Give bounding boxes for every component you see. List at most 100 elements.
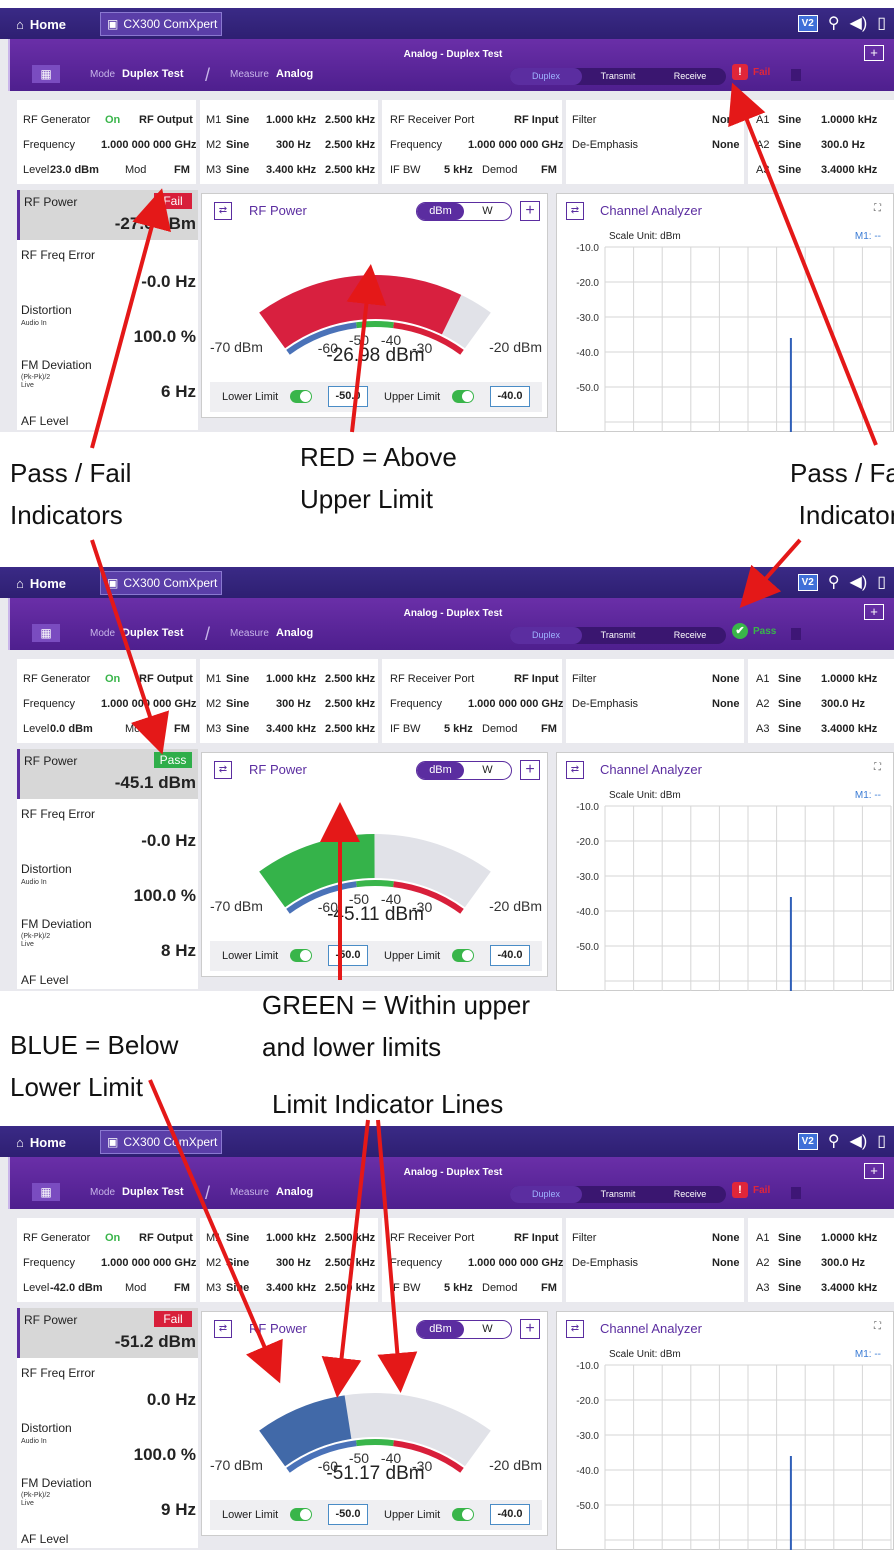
mode-value[interactable]: Duplex Test <box>122 1186 184 1198</box>
grid-menu-icon[interactable]: ▦ <box>32 624 60 642</box>
unit-w[interactable]: W <box>464 203 511 220</box>
receiver-block[interactable]: RF Receiver Port RF Input Frequency 1.00… <box>382 100 563 184</box>
af-level-label[interactable]: AF Level <box>21 973 68 987</box>
fm-deviation-label[interactable]: FM Deviation <box>21 358 92 372</box>
unit-switch[interactable]: dBm W <box>416 202 512 221</box>
tab-cx300[interactable]: ▣ CX300 ComXpert <box>100 1130 222 1154</box>
add-button[interactable]: + <box>864 45 884 61</box>
lower-limit-input[interactable]: -50.0 <box>328 1504 368 1525</box>
record-icon[interactable] <box>791 69 801 81</box>
modulation-block[interactable]: M1 Sine 1.000 kHz 2.500 kHz M2 Sine 300 Hz 2.5… <box>200 659 378 743</box>
speaker-icon[interactable]: ◀) <box>850 13 868 33</box>
location-icon[interactable]: ⚲ <box>828 1131 840 1151</box>
add-button[interactable]: + <box>864 1163 884 1179</box>
audio-block[interactable]: A1 Sine 1.0000 kHz A2 Sine 300.0 Hz A3 Sine 3.… <box>748 100 894 184</box>
add-icon[interactable]: + <box>520 1319 540 1339</box>
seg-duplex[interactable]: Duplex <box>510 68 582 85</box>
lower-limit-toggle[interactable] <box>290 390 312 403</box>
seg-receive[interactable]: Receive <box>654 68 726 85</box>
distortion-label[interactable]: Distortion <box>21 862 72 876</box>
seg-transmit[interactable]: Transmit <box>582 68 654 85</box>
unit-w[interactable]: W <box>464 762 511 779</box>
mode-value[interactable]: Duplex Test <box>122 627 184 639</box>
unit-dbm[interactable]: dBm <box>417 1321 464 1338</box>
rf-freq-error-label[interactable]: RF Freq Error <box>21 248 95 262</box>
v2-badge[interactable]: V2 <box>797 1132 818 1150</box>
speaker-icon[interactable]: ◀) <box>850 572 868 592</box>
gauge-title: RF Power <box>249 1321 307 1336</box>
upper-limit-input[interactable]: -40.0 <box>490 945 530 966</box>
upper-limit-toggle[interactable] <box>452 949 474 962</box>
unit-switch[interactable]: dBm W <box>416 761 512 780</box>
rf-generator-block[interactable]: RF Generator On RF Output Frequency 1.00… <box>17 1218 196 1302</box>
seg-duplex[interactable]: Duplex <box>510 1186 582 1203</box>
seg-transmit[interactable]: Transmit <box>582 1186 654 1203</box>
lower-limit-toggle[interactable] <box>290 1508 312 1521</box>
record-icon[interactable] <box>791 1187 801 1199</box>
tab-cx300[interactable]: ▣ CX300 ComXpert <box>100 12 222 36</box>
speaker-icon[interactable]: ◀) <box>850 1131 868 1151</box>
rf-power-row[interactable]: RF Power Fail -27.0 dBm <box>17 190 198 240</box>
home-button[interactable]: ⌂ Home <box>8 1130 74 1154</box>
home-button[interactable]: ⌂ Home <box>8 12 74 36</box>
seg-transmit[interactable]: Transmit <box>582 627 654 644</box>
lower-limit-input[interactable]: -50.0 <box>328 386 368 407</box>
unit-w[interactable]: W <box>464 1321 511 1338</box>
fm-deviation-label[interactable]: FM Deviation <box>21 1476 92 1490</box>
receiver-block[interactable]: RF Receiver Port RF Input Frequency 1.00… <box>382 1218 563 1302</box>
swap-icon[interactable]: ⇄ <box>214 202 232 220</box>
rf-generator-block[interactable]: RF Generator On RF Output Frequency 1.00… <box>17 100 196 184</box>
measure-value[interactable]: Analog <box>276 627 313 639</box>
home-button[interactable]: ⌂ Home <box>8 571 74 595</box>
lower-limit-toggle[interactable] <box>290 949 312 962</box>
modulation-block[interactable]: M1 Sine 1.000 kHz 2.500 kHz M2 Sine 300 Hz 2.5… <box>200 1218 378 1302</box>
swap-icon[interactable]: ⇄ <box>214 761 232 779</box>
grid-menu-icon[interactable]: ▦ <box>32 65 60 83</box>
add-icon[interactable]: + <box>520 760 540 780</box>
filter-block[interactable]: Filter None De-Emphasis None <box>566 659 744 743</box>
seg-receive[interactable]: Receive <box>654 1186 726 1203</box>
modulation-block[interactable]: M1 Sine 1.000 kHz 2.500 kHz M2 Sine 300 Hz 2.5… <box>200 100 378 184</box>
upper-limit-input[interactable]: -40.0 <box>490 1504 530 1525</box>
audio-block[interactable]: A1 Sine 1.0000 kHz A2 Sine 300.0 Hz A3 Sine 3.… <box>748 1218 894 1302</box>
location-icon[interactable]: ⚲ <box>828 572 840 592</box>
mode-value[interactable]: Duplex Test <box>122 68 184 80</box>
grid-menu-icon[interactable]: ▦ <box>32 1183 60 1201</box>
rf-freq-error-label[interactable]: RF Freq Error <box>21 807 95 821</box>
v2-badge[interactable]: V2 <box>797 14 818 32</box>
seg-receive[interactable]: Receive <box>654 627 726 644</box>
audio-block[interactable]: A1 Sine 1.0000 kHz A2 Sine 300.0 Hz A3 Sine 3.… <box>748 659 894 743</box>
af-level-label[interactable]: AF Level <box>21 414 68 428</box>
rf-power-row[interactable]: RF Power Fail -51.2 dBm <box>17 1308 198 1358</box>
filter-block[interactable]: Filter None De-Emphasis None <box>566 1218 744 1302</box>
upper-limit-toggle[interactable] <box>452 1508 474 1521</box>
measure-value[interactable]: Analog <box>276 1186 313 1198</box>
a1-cell: A1 <box>756 1232 770 1244</box>
add-icon[interactable]: + <box>520 201 540 221</box>
unit-dbm[interactable]: dBm <box>417 762 464 779</box>
rf-freq-error-label[interactable]: RF Freq Error <box>21 1366 95 1380</box>
record-icon[interactable] <box>791 628 801 640</box>
upper-limit-input[interactable]: -40.0 <box>490 386 530 407</box>
unit-switch[interactable]: dBm W <box>416 1320 512 1339</box>
rf-generator-block[interactable]: RF Generator On RF Output Frequency 1.00… <box>17 659 196 743</box>
rf-output: RF Output <box>139 673 193 685</box>
rf-power-row[interactable]: RF Power Pass -45.1 dBm <box>17 749 198 799</box>
measure-value[interactable]: Analog <box>276 68 313 80</box>
distortion-label[interactable]: Distortion <box>21 303 72 317</box>
tab-cx300[interactable]: ▣ CX300 ComXpert <box>100 571 222 595</box>
rf-power-value: -45.1 dBm <box>114 773 196 792</box>
add-button[interactable]: + <box>864 604 884 620</box>
seg-duplex[interactable]: Duplex <box>510 627 582 644</box>
receiver-block[interactable]: RF Receiver Port RF Input Frequency 1.00… <box>382 659 563 743</box>
af-level-label[interactable]: AF Level <box>21 1532 68 1546</box>
unit-dbm[interactable]: dBm <box>417 203 464 220</box>
upper-limit-toggle[interactable] <box>452 390 474 403</box>
lower-limit-input[interactable]: -50.0 <box>328 945 368 966</box>
distortion-label[interactable]: Distortion <box>21 1421 72 1435</box>
swap-icon[interactable]: ⇄ <box>214 1320 232 1338</box>
fm-deviation-label[interactable]: FM Deviation <box>21 917 92 931</box>
filter-block[interactable]: Filter None De-Emphasis None <box>566 100 744 184</box>
location-icon[interactable]: ⚲ <box>828 13 840 33</box>
v2-badge[interactable]: V2 <box>797 573 818 591</box>
